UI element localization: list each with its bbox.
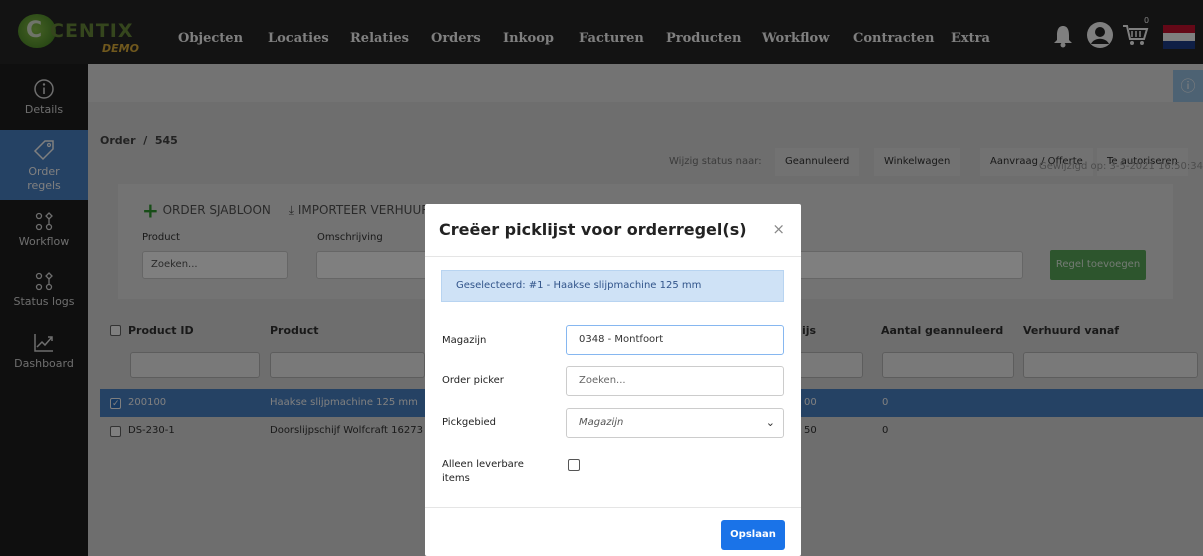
dialog-title: Creëer picklijst voor orderregel(s) — [439, 220, 747, 239]
magazijn-field[interactable]: 0348 - Montfoort — [566, 325, 784, 355]
pickgebied-value: Magazijn — [579, 417, 624, 428]
selected-info-alert: Geselecteerd: #1 - Haakse slijpmachine 1… — [441, 270, 784, 302]
close-icon[interactable]: × — [772, 220, 785, 238]
chevron-down-icon: ⌄ — [765, 416, 775, 429]
magazijn-label: Magazijn — [442, 335, 487, 346]
alleen-leverbare-label: Alleen leverbare items — [442, 459, 524, 484]
order-picker-label: Order picker — [442, 375, 504, 386]
alleen-leverbare-checkbox[interactable] — [568, 459, 580, 471]
create-picklist-dialog: Creëer picklijst voor orderregel(s) × Ge… — [425, 204, 801, 556]
divider — [425, 507, 801, 508]
pickgebied-select[interactable]: Magazijn ⌄ — [566, 408, 784, 438]
divider — [425, 256, 801, 257]
order-picker-field[interactable]: Zoeken... — [566, 366, 784, 396]
save-button[interactable]: Opslaan — [721, 520, 785, 550]
pickgebied-label: Pickgebied — [442, 417, 497, 428]
